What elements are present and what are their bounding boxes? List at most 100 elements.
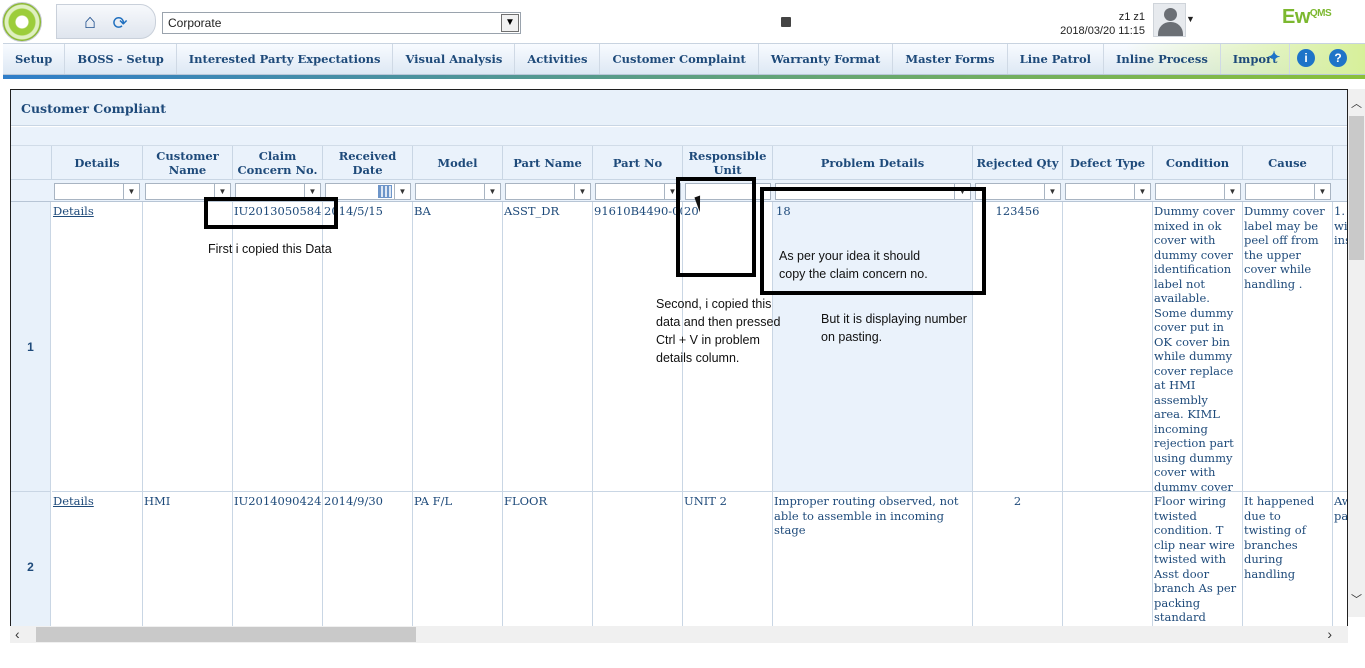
- row-number: 1: [11, 202, 51, 492]
- filter-part-no[interactable]: ▼: [595, 183, 681, 200]
- vertical-scrollbar[interactable]: ︿ ﹀: [1348, 89, 1365, 617]
- table-cell-received-date[interactable]: 2014/5/15: [323, 202, 413, 492]
- help-icon[interactable]: ?: [1329, 49, 1347, 67]
- company-select[interactable]: Corporate ▼: [162, 12, 521, 34]
- table-cell-part-name[interactable]: FLOOR: [503, 492, 593, 626]
- caret-down-icon[interactable]: ▼: [1186, 14, 1195, 24]
- table-cell-model[interactable]: BA: [413, 202, 503, 492]
- filter-cause[interactable]: ▼: [1245, 183, 1331, 200]
- chevron-down-icon[interactable]: ▼: [501, 14, 519, 32]
- table-cell-claim-concern-no[interactable]: IU2014090424: [233, 492, 323, 626]
- chevron-down-icon[interactable]: ▼: [123, 183, 140, 200]
- menu-item-interested-party-expectations[interactable]: Interested Party Expectations: [177, 44, 394, 74]
- scroll-up-icon[interactable]: ︿: [1351, 95, 1362, 111]
- horizontal-scrollbar[interactable]: ‹ ›: [10, 626, 1348, 643]
- filter-defect-type[interactable]: ▼: [1065, 183, 1151, 200]
- chevron-down-icon[interactable]: ▼: [394, 183, 411, 200]
- home-icon[interactable]: ⌂: [79, 11, 101, 33]
- menu-item-inline-process[interactable]: Inline Process: [1104, 44, 1221, 74]
- column-header-cause[interactable]: Cause: [1243, 146, 1333, 179]
- scroll-down-icon[interactable]: ﹀: [1351, 591, 1362, 607]
- column-header-customer-name[interactable]: Customer Name: [143, 146, 233, 179]
- chevron-down-icon[interactable]: ▼: [1224, 183, 1241, 200]
- print-icon[interactable]: [781, 17, 791, 27]
- column-header-defect-type[interactable]: Defect Type: [1063, 146, 1153, 179]
- current-datetime: 2018/03/20 11:15: [1060, 25, 1145, 37]
- table-cell-part-name[interactable]: ASST_DR: [503, 202, 593, 492]
- menu-divider: [3, 75, 1365, 79]
- calendar-icon[interactable]: [378, 185, 392, 198]
- menu-item-line-patrol[interactable]: Line Patrol: [1008, 44, 1104, 74]
- top-bar: ⌂ ⟳ Corporate ▼ z1 z1 2018/03/20 11:15 ▼…: [0, 0, 1365, 44]
- chevron-down-icon[interactable]: ▼: [1134, 183, 1151, 200]
- row-number: 2: [11, 492, 51, 626]
- info-icon[interactable]: i: [1297, 49, 1315, 67]
- details-link[interactable]: Details: [53, 494, 94, 508]
- avatar[interactable]: [1153, 3, 1186, 37]
- table-cell-condition[interactable]: Dummy cover mixed in ok cover with dummy…: [1153, 202, 1243, 492]
- filter-condition[interactable]: ▼: [1155, 183, 1241, 200]
- annotation-note-actual: But it is displaying number on pasting.: [821, 312, 967, 344]
- table-cell-defect-type[interactable]: [1063, 202, 1153, 492]
- column-header-overflow: [1333, 146, 1347, 179]
- menu-item-visual-analysis[interactable]: Visual Analysis: [393, 44, 516, 74]
- column-header-part-name[interactable]: Part Name: [503, 146, 593, 179]
- table-cell-model[interactable]: PA F/L: [413, 492, 503, 626]
- table-cell-details: Details: [52, 492, 143, 626]
- menu-item-boss-setup[interactable]: BOSS - Setup: [65, 44, 177, 74]
- table-cell-problem-details[interactable]: Improper routing observed, not able to a…: [773, 492, 973, 626]
- header-band: [11, 127, 1347, 146]
- scroll-right-icon[interactable]: ›: [1327, 626, 1332, 642]
- vertical-scroll-thumb[interactable]: [1349, 116, 1364, 260]
- chevron-down-icon[interactable]: ▼: [1044, 183, 1061, 200]
- table-cell-cause[interactable]: It happened due to twisting of branches …: [1243, 492, 1333, 626]
- annotation-note-expected: As per your idea it should copy the clai…: [779, 249, 928, 281]
- table-cell-rejected-qty[interactable]: 123456: [973, 202, 1063, 492]
- filter-model[interactable]: ▼: [415, 183, 501, 200]
- corner-header: [11, 146, 52, 179]
- table-cell-details: Details: [52, 202, 143, 492]
- table-cell-overflow: Aw pa: [1333, 492, 1347, 626]
- scroll-left-icon[interactable]: ‹: [15, 626, 20, 642]
- menu-item-customer-complaint[interactable]: Customer Complaint: [600, 44, 759, 74]
- filter-rejected-qty[interactable]: ▼: [975, 183, 1061, 200]
- table-cell-defect-type[interactable]: [1063, 492, 1153, 626]
- menu-item-master-forms[interactable]: Master Forms: [893, 44, 1008, 74]
- column-header-rejected-qty[interactable]: Rejected Qty: [973, 146, 1063, 179]
- horizontal-scroll-thumb[interactable]: [36, 627, 416, 642]
- column-header-claim-concern-no[interactable]: Claim Concern No.: [233, 146, 323, 179]
- chevron-down-icon[interactable]: ▼: [574, 183, 591, 200]
- table-cell-part-no[interactable]: [593, 492, 683, 626]
- column-header-problem-details[interactable]: Problem Details: [773, 146, 973, 179]
- details-link[interactable]: Details: [53, 204, 94, 218]
- annotation-box-claim: [204, 197, 338, 229]
- table-cell-customer-name[interactable]: HMI: [143, 492, 233, 626]
- menu-item-warranty-format[interactable]: Warranty Format: [759, 44, 894, 74]
- menu-item-setup[interactable]: Setup: [3, 44, 66, 74]
- chevron-down-icon[interactable]: ▼: [1314, 183, 1331, 200]
- table-cell-cause[interactable]: Dummy cover label may be peel off from t…: [1243, 202, 1333, 492]
- table-cell-received-date[interactable]: 2014/9/30: [323, 492, 413, 626]
- column-header-responsible-unit[interactable]: Responsible Unit: [683, 146, 773, 179]
- filter-details[interactable]: ▼: [54, 183, 140, 200]
- column-header-model[interactable]: Model: [413, 146, 503, 179]
- table-cell-rejected-qty[interactable]: 2: [973, 492, 1063, 626]
- table-cell-overflow: 1. wi ins: [1333, 202, 1347, 492]
- annotation-box-unit: [676, 177, 756, 277]
- table-cell-responsible-unit[interactable]: UNIT 2: [683, 492, 773, 626]
- column-header-details[interactable]: Details: [52, 146, 143, 179]
- company-select-value: Corporate: [168, 16, 222, 30]
- column-header-part-no[interactable]: Part No: [593, 146, 683, 179]
- pin-icon[interactable]: ✦: [1265, 49, 1283, 67]
- chevron-down-icon[interactable]: ▼: [484, 183, 501, 200]
- app-logo[interactable]: [2, 2, 42, 42]
- annotation-note-first: First i copied this Data: [208, 242, 332, 256]
- menu-item-activities[interactable]: Activities: [515, 44, 601, 74]
- column-header-condition[interactable]: Condition: [1153, 146, 1243, 179]
- column-header-received-date[interactable]: Received Date: [323, 146, 413, 179]
- brand-logo: EwQMS: [1282, 6, 1332, 29]
- refresh-icon[interactable]: ⟳: [109, 12, 131, 34]
- filter-part-name[interactable]: ▼: [505, 183, 591, 200]
- user-name: z1 z1: [1118, 11, 1145, 23]
- table-cell-condition[interactable]: Floor wiring twisted condition. T clip n…: [1153, 492, 1243, 626]
